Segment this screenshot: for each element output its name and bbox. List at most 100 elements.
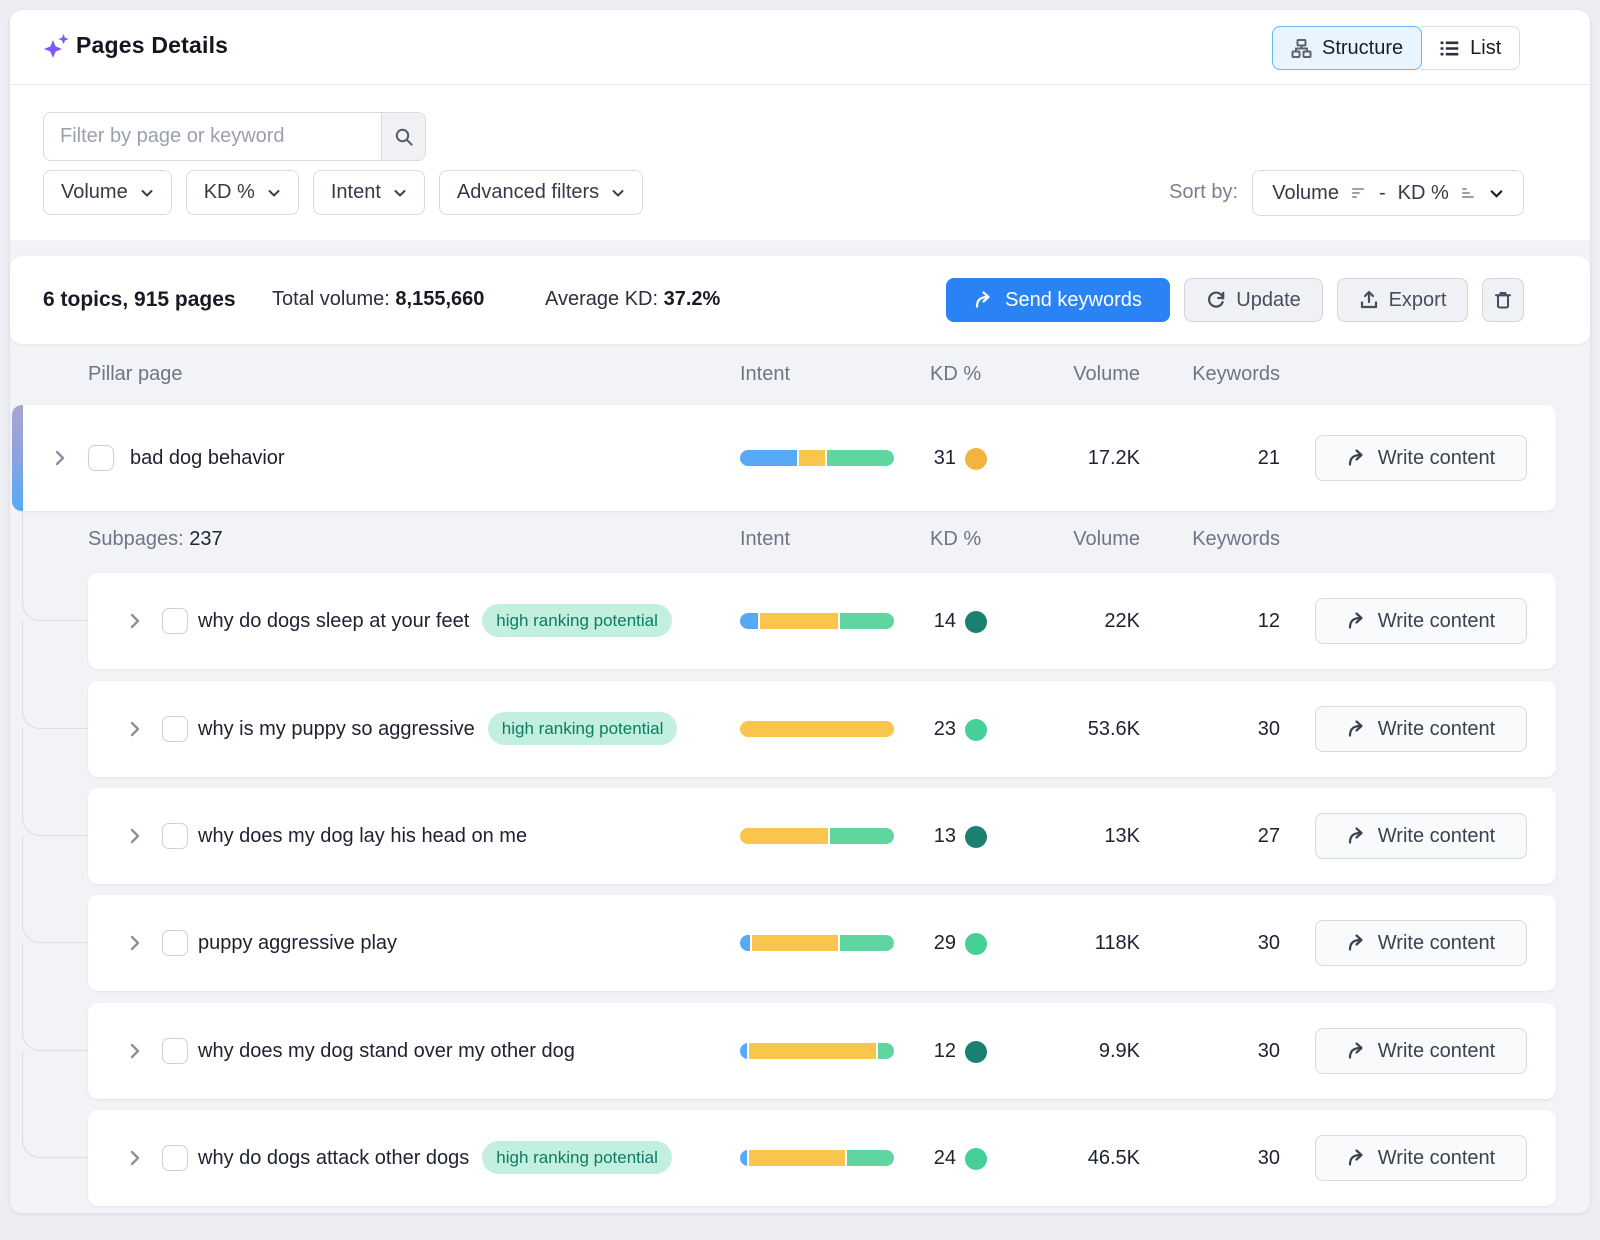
volume-filter[interactable]: Volume — [43, 170, 172, 215]
chevron-down-icon — [393, 186, 407, 200]
intent-bar — [740, 828, 894, 844]
volume-value: 53.6K — [1010, 718, 1140, 741]
intent-filter-label: Intent — [331, 181, 381, 204]
chevron-down-icon — [140, 186, 154, 200]
kd-value: 29 — [934, 932, 956, 955]
structure-icon — [1291, 38, 1312, 59]
pillar-title: bad dog behavior — [130, 447, 285, 470]
column-keywords: Keywords — [1170, 363, 1280, 386]
subpages-count: Subpages: 237 — [88, 528, 223, 551]
share-arrow-icon — [1347, 611, 1367, 631]
pillar-checkbox[interactable] — [88, 445, 114, 471]
subpage-row[interactable]: why does my dog lay his head on me 13 13… — [88, 788, 1556, 884]
total-volume-value: 8,155,660 — [395, 288, 484, 310]
refresh-icon — [1206, 290, 1226, 310]
high-ranking-badge: high ranking potential — [482, 1141, 672, 1174]
sort-primary: Volume — [1272, 182, 1339, 205]
column-intent: Intent — [740, 528, 790, 551]
intent-bar — [740, 1043, 894, 1059]
write-content-button[interactable]: Write content — [1315, 1135, 1527, 1181]
tree-connector — [22, 511, 88, 621]
topics-pages-count: 6 topics, 915 pages — [43, 288, 236, 312]
kd-cell: 14 — [880, 610, 987, 633]
keywords-value: 30 — [1170, 1147, 1280, 1170]
kd-dot — [965, 1148, 987, 1170]
keywords-value: 27 — [1170, 825, 1280, 848]
column-volume: Volume — [1010, 363, 1140, 386]
column-kd: KD % — [930, 363, 981, 386]
tree-connector — [22, 943, 88, 1051]
delete-button[interactable] — [1482, 278, 1524, 322]
write-content-button[interactable]: Write content — [1315, 1028, 1527, 1074]
volume-value: 22K — [1010, 610, 1140, 633]
expand-chevron-icon[interactable] — [50, 448, 70, 468]
header-divider — [10, 84, 1590, 85]
row-checkbox[interactable] — [162, 608, 188, 634]
kd-cell: 12 — [880, 1040, 987, 1063]
update-button[interactable]: Update — [1184, 278, 1323, 322]
chevron-down-icon — [611, 186, 625, 200]
list-view-button[interactable]: List — [1421, 26, 1520, 70]
subpages-label: Subpages: — [88, 528, 184, 550]
expand-chevron-icon[interactable] — [125, 611, 145, 631]
average-kd: Average KD: 37.2% — [545, 288, 720, 311]
write-content-button[interactable]: Write content — [1315, 706, 1527, 752]
average-kd-label: Average KD: — [545, 288, 658, 310]
write-content-button[interactable]: Write content — [1315, 813, 1527, 859]
share-arrow-icon — [1347, 448, 1367, 468]
write-content-button[interactable]: Write content — [1315, 920, 1527, 966]
total-volume-label: Total volume: — [272, 288, 390, 310]
intent-bar — [740, 935, 894, 951]
subpage-row[interactable]: why does my dog stand over my other dog … — [88, 1003, 1556, 1099]
subpage-row[interactable]: puppy aggressive play 29 118K 30 Write c… — [88, 895, 1556, 991]
export-button[interactable]: Export — [1337, 278, 1468, 322]
trash-icon — [1493, 290, 1513, 310]
row-checkbox[interactable] — [162, 716, 188, 742]
expand-chevron-icon[interactable] — [125, 719, 145, 739]
expand-chevron-icon[interactable] — [125, 933, 145, 953]
volume-value: 118K — [1010, 932, 1140, 955]
intent-filter[interactable]: Intent — [313, 170, 425, 215]
intent-segment — [740, 450, 797, 466]
intent-bar — [740, 1150, 894, 1166]
keywords-value: 30 — [1170, 932, 1280, 955]
chevron-down-icon — [1489, 186, 1504, 201]
write-content-button[interactable]: Write content — [1315, 598, 1527, 644]
expand-chevron-icon[interactable] — [125, 1148, 145, 1168]
send-keywords-button[interactable]: Send keywords — [946, 278, 1170, 322]
row-checkbox[interactable] — [162, 930, 188, 956]
search-input[interactable] — [44, 113, 381, 160]
row-checkbox[interactable] — [162, 1038, 188, 1064]
row-checkbox[interactable] — [162, 823, 188, 849]
advanced-filters[interactable]: Advanced filters — [439, 170, 643, 215]
subpage-title: why does my dog lay his head on me — [198, 825, 527, 848]
subpage-row[interactable]: why do dogs attack other dogs high ranki… — [88, 1110, 1556, 1206]
search-button[interactable] — [381, 113, 425, 160]
sort-separator: - — [1379, 182, 1386, 205]
total-volume: Total volume: 8,155,660 — [272, 288, 484, 311]
row-checkbox[interactable] — [162, 1145, 188, 1171]
sort-by-select[interactable]: Volume - KD % — [1252, 170, 1524, 216]
subpage-row[interactable]: why is my puppy so aggressive high ranki… — [88, 681, 1556, 777]
volume-filter-label: Volume — [61, 181, 128, 204]
pillar-kd-cell: 31 — [880, 447, 987, 470]
kd-filter[interactable]: KD % — [186, 170, 299, 215]
share-arrow-icon — [1347, 826, 1367, 846]
export-icon — [1359, 290, 1379, 310]
expand-chevron-icon[interactable] — [125, 1041, 145, 1061]
share-arrow-icon — [1347, 1148, 1367, 1168]
expand-chevron-icon[interactable] — [125, 826, 145, 846]
chevron-down-icon — [267, 186, 281, 200]
write-content-label: Write content — [1378, 1040, 1495, 1063]
write-content-label: Write content — [1378, 825, 1495, 848]
sparkles-icon — [43, 33, 71, 61]
subpage-row[interactable]: why do dogs sleep at your feet high rank… — [88, 573, 1556, 669]
write-content-button[interactable]: Write content — [1315, 435, 1527, 481]
send-keywords-label: Send keywords — [1005, 289, 1142, 312]
intent-bar — [740, 721, 894, 737]
structure-view-button[interactable]: Structure — [1272, 26, 1422, 70]
share-arrow-icon — [1347, 933, 1367, 953]
volume-value: 13K — [1010, 825, 1140, 848]
column-volume: Volume — [1010, 528, 1140, 551]
kd-dot — [965, 933, 987, 955]
